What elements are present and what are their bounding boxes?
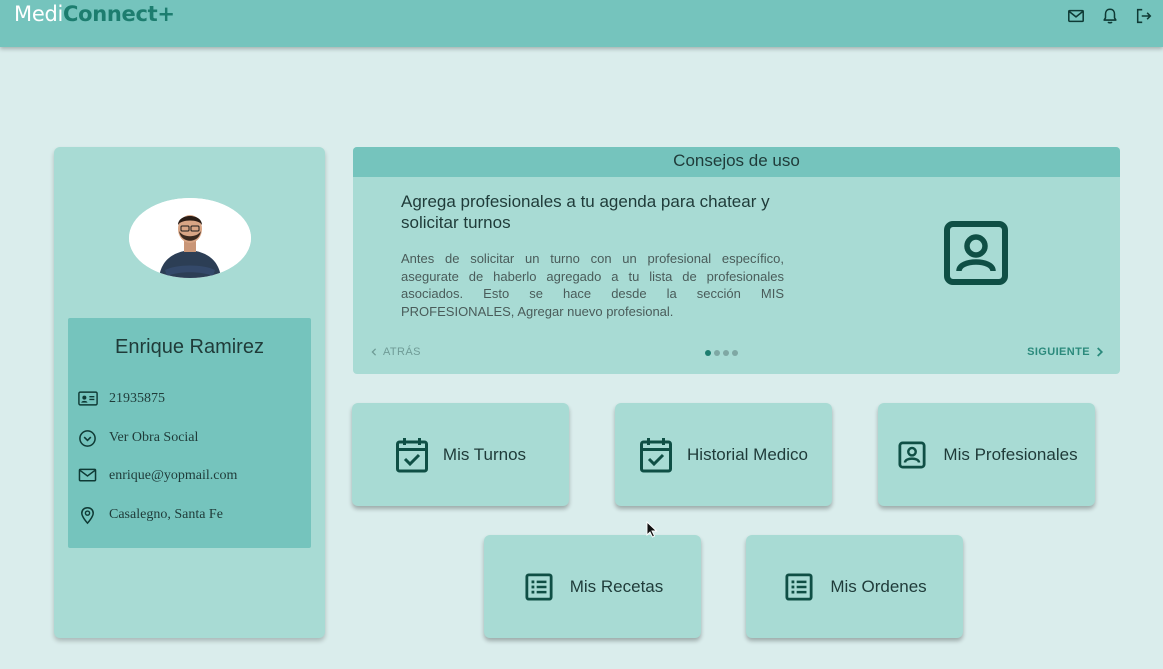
calendar-check-icon xyxy=(395,436,429,474)
logout-icon[interactable] xyxy=(1135,7,1153,25)
mis-profesionales-label: Mis Profesionales xyxy=(943,444,1078,464)
profile-card: Enrique Ramirez 21935875 Ver Obra Social… xyxy=(54,147,325,638)
list-icon xyxy=(782,568,816,606)
list-icon xyxy=(522,568,556,606)
id-card-icon xyxy=(78,390,98,408)
profile-email: enrique@yopmail.com xyxy=(109,468,238,483)
avatar xyxy=(129,198,251,278)
chevron-circle-icon xyxy=(78,429,98,447)
bell-icon[interactable] xyxy=(1101,7,1119,25)
chevron-right-icon xyxy=(1097,347,1104,357)
calendar-check-icon xyxy=(639,436,673,474)
mis-ordenes-button[interactable]: Mis Ordenes xyxy=(746,535,963,638)
mis-turnos-label: Mis Turnos xyxy=(442,444,527,464)
carousel-dot-1[interactable] xyxy=(705,350,711,356)
carousel-prev-button[interactable]: ATRÁS xyxy=(370,346,421,358)
profile-dni-row: 21935875 xyxy=(78,390,165,408)
contact-portrait-icon xyxy=(944,221,1008,285)
header-actions xyxy=(1067,7,1153,25)
mail-icon[interactable] xyxy=(1067,7,1085,25)
profile-email-row: enrique@yopmail.com xyxy=(78,467,237,485)
mis-turnos-button[interactable]: Mis Turnos xyxy=(352,403,569,506)
carousel-next-button[interactable]: SIGUIENTE xyxy=(1027,346,1104,358)
chevron-left-icon xyxy=(371,348,377,356)
carousel-dot-4[interactable] xyxy=(732,350,738,356)
contact-portrait-icon xyxy=(895,436,929,474)
mis-recetas-label: Mis Recetas xyxy=(569,576,664,596)
top-navigation-bar: MediConnect+ xyxy=(0,0,1163,47)
app-logo[interactable]: MediConnect+ xyxy=(14,2,175,26)
mail-icon xyxy=(78,467,98,485)
avatar-photo xyxy=(129,198,251,278)
profile-location: Casalegno, Santa Fe xyxy=(109,507,223,522)
mouse-cursor-icon xyxy=(646,520,658,538)
logo-text-medi: Medi xyxy=(14,1,64,26)
tip-body: Antes de solicitar un turno con un profe… xyxy=(401,251,784,319)
profile-location-row: Casalegno, Santa Fe xyxy=(78,506,223,525)
obra-social-label: Ver Obra Social xyxy=(109,430,199,445)
carousel-dot-2[interactable] xyxy=(714,350,720,356)
tip-title: Agrega profesionales a tu agenda para ch… xyxy=(401,192,770,232)
logo-text-connect: Connect+ xyxy=(63,1,175,26)
profile-dni: 21935875 xyxy=(109,391,165,406)
profile-info-panel: Enrique Ramirez 21935875 Ver Obra Social… xyxy=(68,318,311,548)
mis-recetas-button[interactable]: Mis Recetas xyxy=(484,535,701,638)
tips-header: Consejos de uso xyxy=(353,147,1120,177)
carousel-pagination xyxy=(705,350,738,356)
historial-medico-button[interactable]: Historial Medico xyxy=(615,403,832,506)
prev-label: ATRÁS xyxy=(383,346,421,358)
mis-ordenes-label: Mis Ordenes xyxy=(830,576,927,596)
carousel-dot-3[interactable] xyxy=(723,350,729,356)
tips-carousel: Consejos de uso Agrega profesionales a t… xyxy=(353,147,1120,374)
historial-medico-label: Historial Medico xyxy=(687,444,808,464)
profile-name: Enrique Ramirez xyxy=(115,336,264,358)
mis-profesionales-button[interactable]: Mis Profesionales xyxy=(878,403,1095,506)
next-label: SIGUIENTE xyxy=(1027,346,1090,358)
location-pin-icon xyxy=(78,506,98,525)
view-obra-social-link[interactable]: Ver Obra Social xyxy=(78,429,198,447)
